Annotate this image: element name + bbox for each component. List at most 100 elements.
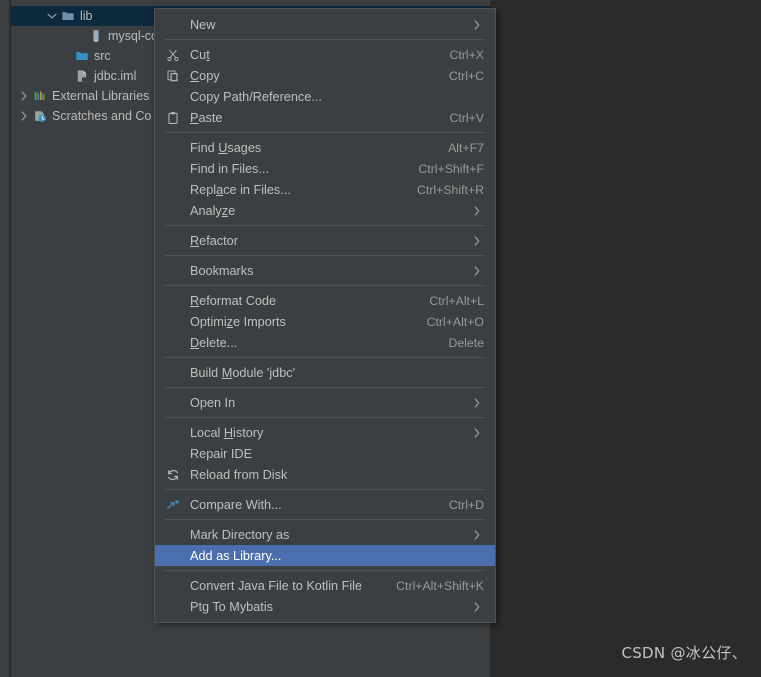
- menu-item[interactable]: New: [155, 14, 495, 35]
- menu-separator: [164, 357, 486, 358]
- chevron-right-icon: [456, 264, 484, 278]
- menu-item[interactable]: Reload from Disk: [155, 464, 495, 485]
- menu-item-label: Find in Files...: [190, 161, 269, 176]
- menu-item[interactable]: Open In: [155, 392, 495, 413]
- folder-icon: [59, 9, 76, 23]
- menu-item-shortcut: Ctrl+C: [448, 68, 484, 83]
- library-icon: [31, 89, 48, 103]
- menu-item[interactable]: Find Usages Alt+F7: [155, 137, 495, 158]
- menu-separator: [164, 570, 486, 571]
- menu-item-label: Local History: [190, 425, 264, 440]
- menu-item[interactable]: Optimize Imports Ctrl+Alt+O: [155, 311, 495, 332]
- menu-item-label: Repair IDE: [190, 446, 253, 461]
- menu-item[interactable]: Repair IDE: [155, 443, 495, 464]
- menu-item[interactable]: Replace in Files... Ctrl+Shift+R: [155, 179, 495, 200]
- copy-icon: [161, 69, 185, 83]
- menu-item-shortcut: Ctrl+D: [448, 497, 484, 512]
- menu-item[interactable]: Convert Java File to Kotlin File Ctrl+Alt…: [155, 575, 495, 596]
- menu-item-label: Cut: [190, 47, 210, 62]
- menu-item-label: Refactor: [190, 233, 238, 248]
- chevron-right-icon: [456, 204, 484, 218]
- menu-separator: [164, 387, 486, 388]
- menu-item[interactable]: Paste Ctrl+V: [155, 107, 495, 128]
- menu-item-shortcut: Delete: [448, 335, 484, 350]
- menu-item-shortcut: Ctrl+Shift+F: [418, 161, 484, 176]
- tree-row-label: src: [94, 49, 111, 63]
- chevron-down-icon[interactable]: [45, 9, 59, 23]
- chevron-right-icon[interactable]: [17, 89, 31, 103]
- menu-item-label: Build Module 'jdbc': [190, 365, 296, 380]
- menu-item-shortcut: Alt+F7: [448, 140, 484, 155]
- menu-item-label: Reformat Code: [190, 293, 277, 308]
- menu-item[interactable]: Compare With... Ctrl+D: [155, 494, 495, 515]
- jar-file-icon: [87, 29, 104, 43]
- menu-item[interactable]: Bookmarks: [155, 260, 495, 281]
- menu-item-label: Find Usages: [190, 140, 262, 155]
- menu-item-label: Bookmarks: [190, 263, 254, 278]
- menu-separator: [164, 285, 486, 286]
- watermark-text: CSDN @冰公仔、: [621, 644, 747, 662]
- iml-file-icon: [73, 69, 90, 83]
- left-tool-strip[interactable]: [0, 0, 10, 677]
- scratches-icon: [31, 109, 48, 123]
- tree-row-label: jdbc.iml: [94, 69, 137, 83]
- menu-separator: [164, 39, 486, 40]
- menu-item-label: Delete...: [190, 335, 238, 350]
- menu-item-label: Convert Java File to Kotlin File: [190, 578, 363, 593]
- menu-item[interactable]: Find in Files... Ctrl+Shift+F: [155, 158, 495, 179]
- menu-item-label: Copy Path/Reference...: [190, 89, 322, 104]
- menu-item[interactable]: Add as Library...: [155, 545, 495, 566]
- menu-item[interactable]: Refactor: [155, 230, 495, 251]
- menu-item-shortcut: Ctrl+Alt+O: [426, 314, 484, 329]
- menu-item[interactable]: Copy Ctrl+C: [155, 65, 495, 86]
- menu-item-label: Reload from Disk: [190, 467, 288, 482]
- cut-icon: [161, 48, 185, 62]
- menu-item-label: Replace in Files...: [190, 182, 291, 197]
- menu-item-shortcut: Ctrl+Alt+L: [429, 293, 484, 308]
- menu-separator: [164, 417, 486, 418]
- chevron-right-icon: [456, 528, 484, 542]
- menu-item[interactable]: Cut Ctrl+X: [155, 44, 495, 65]
- menu-item-label: Open In: [190, 395, 236, 410]
- menu-item-label: Analyze: [190, 203, 236, 218]
- menu-item-shortcut: Ctrl+Alt+Shift+K: [396, 578, 484, 593]
- menu-item[interactable]: Mark Directory as: [155, 524, 495, 545]
- menu-item-label: Optimize Imports: [190, 314, 286, 329]
- menu-item-label: Mark Directory as: [190, 527, 290, 542]
- menu-item[interactable]: Local History: [155, 422, 495, 443]
- menu-item[interactable]: Copy Path/Reference...: [155, 86, 495, 107]
- menu-separator: [164, 132, 486, 133]
- menu-item-label: Compare With...: [190, 497, 282, 512]
- menu-separator: [164, 519, 486, 520]
- menu-item-label: Add as Library...: [190, 548, 282, 563]
- menu-item[interactable]: Analyze: [155, 200, 495, 221]
- chevron-right-icon: [456, 234, 484, 248]
- chevron-right-icon[interactable]: [17, 109, 31, 123]
- tree-row-label: lib: [80, 9, 93, 23]
- menu-item-shortcut: Ctrl+Shift+R: [417, 182, 484, 197]
- menu-separator: [164, 255, 486, 256]
- menu-item-label: Copy: [190, 68, 220, 83]
- menu-item-label: New: [190, 17, 216, 32]
- menu-item[interactable]: Reformat Code Ctrl+Alt+L: [155, 290, 495, 311]
- compare-icon: [161, 498, 185, 512]
- context-menu[interactable]: New Cut Ctrl+X Copy Ctrl+C Copy Path/Referenc…: [154, 8, 496, 623]
- paste-icon: [161, 111, 185, 125]
- menu-item-shortcut: Ctrl+X: [449, 47, 484, 62]
- menu-item-label: Ptg To Mybatis: [190, 599, 273, 614]
- menu-item[interactable]: Ptg To Mybatis: [155, 596, 495, 617]
- source-folder-icon: [73, 49, 90, 63]
- menu-item[interactable]: Delete... Delete: [155, 332, 495, 353]
- chevron-right-icon: [456, 396, 484, 410]
- tree-row-label: Scratches and Co: [52, 109, 152, 123]
- chevron-right-icon: [456, 426, 484, 440]
- chevron-right-icon: [456, 600, 484, 614]
- menu-separator: [164, 489, 486, 490]
- menu-item-shortcut: Ctrl+V: [449, 110, 484, 125]
- menu-item-label: Paste: [190, 110, 223, 125]
- reload-icon: [161, 468, 185, 482]
- tree-row-label: External Libraries: [52, 89, 150, 103]
- menu-separator: [164, 225, 486, 226]
- menu-item[interactable]: Build Module 'jdbc': [155, 362, 495, 383]
- chevron-right-icon: [456, 18, 484, 32]
